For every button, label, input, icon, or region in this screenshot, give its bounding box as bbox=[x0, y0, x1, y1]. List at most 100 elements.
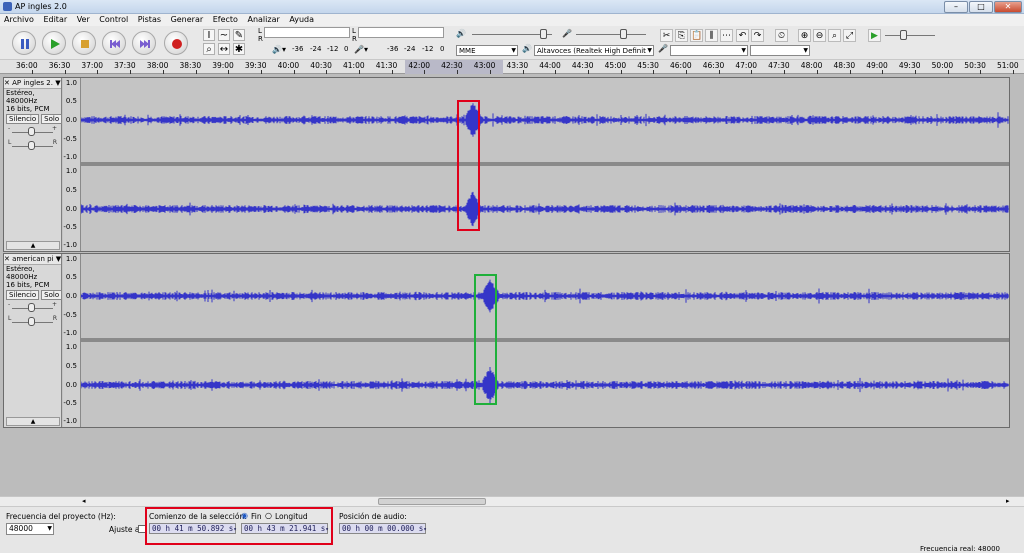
track-bitdepth: 16 bits, PCM bbox=[6, 105, 50, 113]
menu-editar[interactable]: Editar bbox=[39, 14, 70, 24]
timeline-tick: 46:30 bbox=[702, 61, 725, 70]
timeline-tick: 47:00 bbox=[735, 61, 758, 70]
timeline-tick: 36:30 bbox=[48, 61, 71, 70]
track-bitdepth: 16 bits, PCM bbox=[6, 281, 50, 289]
waveform-path bbox=[81, 103, 1009, 137]
menu-ver[interactable]: Ver bbox=[73, 14, 93, 24]
waveform-left-channel[interactable] bbox=[81, 78, 1009, 162]
timeline-tick: 38:30 bbox=[179, 61, 202, 70]
solo-button[interactable]: Solo bbox=[41, 114, 63, 124]
fit-project-button[interactable]: ⤢ bbox=[843, 29, 856, 42]
pause-button[interactable] bbox=[12, 31, 36, 55]
timeline-tick: 45:30 bbox=[637, 61, 659, 70]
multi-tool-icon[interactable]: ✱ bbox=[233, 43, 245, 55]
collapse-track-button[interactable]: ▲ bbox=[6, 241, 60, 250]
menu-efecto[interactable]: Efecto bbox=[209, 14, 241, 24]
track-close-icon[interactable]: ✕ bbox=[4, 255, 10, 263]
timeshift-tool-icon[interactable]: ↔ bbox=[218, 43, 230, 55]
mute-button[interactable]: Silencio bbox=[6, 114, 40, 124]
pan-slider[interactable]: LR bbox=[8, 315, 57, 329]
left-channel-label: L bbox=[352, 27, 356, 35]
timeline-tick: 40:30 bbox=[310, 61, 332, 70]
play-button[interactable] bbox=[42, 31, 66, 55]
timeline-tick: 46:00 bbox=[670, 61, 692, 70]
timeline-tick: 37:00 bbox=[81, 61, 104, 70]
scroll-left-icon[interactable]: ◂ bbox=[82, 497, 86, 505]
amplitude-ruler: 1.0 0.5 0.0 -0.5 -1.0 1.0 0.5 0.0 -0.5 -… bbox=[63, 254, 81, 427]
timeline-ruler[interactable]: 36:00 36:30 37:00 37:30 38:00 38:30 39:00 39:30… bbox=[0, 60, 1024, 74]
silence-button[interactable]: ⋯ bbox=[720, 29, 733, 42]
track-control-panel: ✕ american pi ▼ Estéreo, 48000Hz 16 bits… bbox=[4, 254, 63, 427]
solo-button[interactable]: Solo bbox=[41, 290, 63, 300]
input-device-select[interactable]: ▼ bbox=[670, 45, 748, 56]
menu-generar[interactable]: Generar bbox=[167, 14, 207, 24]
zoom-out-button[interactable]: ⊖ bbox=[813, 29, 826, 42]
trim-button[interactable]: ⫼ bbox=[705, 29, 718, 42]
recording-volume-slider[interactable] bbox=[576, 34, 646, 35]
timeline-tick: 38:00 bbox=[146, 61, 169, 70]
input-channels-select[interactable]: ▼ bbox=[750, 45, 810, 56]
menu-control[interactable]: Control bbox=[95, 14, 131, 24]
project-rate-select[interactable]: 48000 ▼ bbox=[6, 523, 54, 535]
meter-tick: 0 bbox=[344, 45, 349, 53]
track-close-icon[interactable]: ✕ bbox=[4, 79, 10, 87]
draw-tool-icon[interactable]: ✎ bbox=[233, 29, 245, 41]
recording-meter[interactable] bbox=[358, 27, 444, 38]
scrollbar-thumb[interactable] bbox=[378, 498, 486, 505]
menu-analizar[interactable]: Analizar bbox=[243, 14, 282, 24]
track-name[interactable]: AP ingles 2. bbox=[12, 79, 53, 87]
close-button[interactable]: ✕ bbox=[994, 1, 1022, 13]
track-name[interactable]: american pi bbox=[12, 255, 53, 263]
waveform-right-channel[interactable] bbox=[81, 342, 1009, 428]
paste-button[interactable]: 📋 bbox=[690, 29, 703, 42]
skip-start-button[interactable] bbox=[102, 31, 126, 55]
audio-position-time[interactable]: 00 h 00 m 00.000 s▾ bbox=[339, 523, 427, 534]
right-channel-label: R bbox=[352, 35, 357, 43]
scroll-right-icon[interactable]: ▸ bbox=[1006, 497, 1010, 505]
red-highlight-box bbox=[457, 100, 480, 231]
menu-pistas[interactable]: Pistas bbox=[134, 14, 164, 24]
timeline-tick: 39:00 bbox=[212, 61, 234, 70]
maximize-button[interactable]: □ bbox=[969, 1, 993, 13]
stop-button[interactable] bbox=[72, 31, 96, 55]
chevron-down-icon: ▾ bbox=[423, 526, 427, 533]
menu-ayuda[interactable]: Ayuda bbox=[285, 14, 317, 24]
menu-archivo[interactable]: Archivo bbox=[0, 14, 37, 24]
play-speed-slider[interactable] bbox=[885, 35, 935, 36]
fit-selection-button[interactable]: ⌕ bbox=[828, 29, 841, 42]
sync-lock-button[interactable]: ⏲ bbox=[775, 29, 788, 42]
skip-end-button[interactable] bbox=[132, 31, 156, 55]
cut-button[interactable]: ✂ bbox=[660, 29, 673, 42]
chevron-down-icon[interactable]: ▼ bbox=[56, 255, 61, 263]
waveform-path bbox=[81, 367, 1009, 403]
toolbar: I ~ ✎ ⌕ ↔ ✱ L R 🔊▾ -36 -24 -12 0 L R 🎤▾ … bbox=[0, 26, 1024, 60]
timeline-tick: 43:30 bbox=[506, 61, 529, 70]
chevron-down-icon[interactable]: ▼ bbox=[55, 79, 60, 87]
waveform-left-channel[interactable] bbox=[81, 254, 1009, 338]
meter-tick: -24 bbox=[310, 45, 322, 53]
envelope-tool-icon[interactable]: ~ bbox=[218, 29, 230, 41]
collapse-track-button[interactable]: ▲ bbox=[6, 417, 60, 426]
zoom-tool-icon[interactable]: ⌕ bbox=[203, 43, 215, 55]
recording-volume-knob[interactable] bbox=[620, 29, 627, 39]
waveform-right-channel[interactable] bbox=[81, 166, 1009, 252]
gain-slider[interactable]: - + bbox=[8, 301, 57, 315]
undo-button[interactable]: ↶ bbox=[736, 29, 749, 42]
record-button[interactable] bbox=[164, 31, 188, 55]
minimize-button[interactable]: – bbox=[944, 1, 968, 13]
playback-meter[interactable] bbox=[264, 27, 350, 38]
play-speed-knob[interactable] bbox=[900, 30, 907, 40]
zoom-in-button[interactable]: ⊕ bbox=[798, 29, 811, 42]
copy-button[interactable]: ⎘ bbox=[675, 29, 688, 42]
play-at-speed-button[interactable]: ▶ bbox=[868, 29, 881, 42]
selection-tool-icon[interactable]: I bbox=[203, 29, 215, 41]
playback-volume-knob[interactable] bbox=[540, 29, 547, 39]
mute-button[interactable]: Silencio bbox=[6, 290, 40, 300]
gain-slider[interactable]: - + bbox=[8, 125, 57, 139]
output-device-select[interactable]: Altavoces (Realtek High Definit ▼ bbox=[534, 45, 654, 56]
speaker-meter-icon: 🔊▾ bbox=[272, 45, 286, 54]
pan-slider[interactable]: LR bbox=[8, 139, 57, 153]
redo-button[interactable]: ↷ bbox=[751, 29, 764, 42]
audio-host-select[interactable]: MME ▼ bbox=[456, 45, 518, 56]
horizontal-scrollbar[interactable]: ◂ ▸ bbox=[0, 496, 1024, 506]
